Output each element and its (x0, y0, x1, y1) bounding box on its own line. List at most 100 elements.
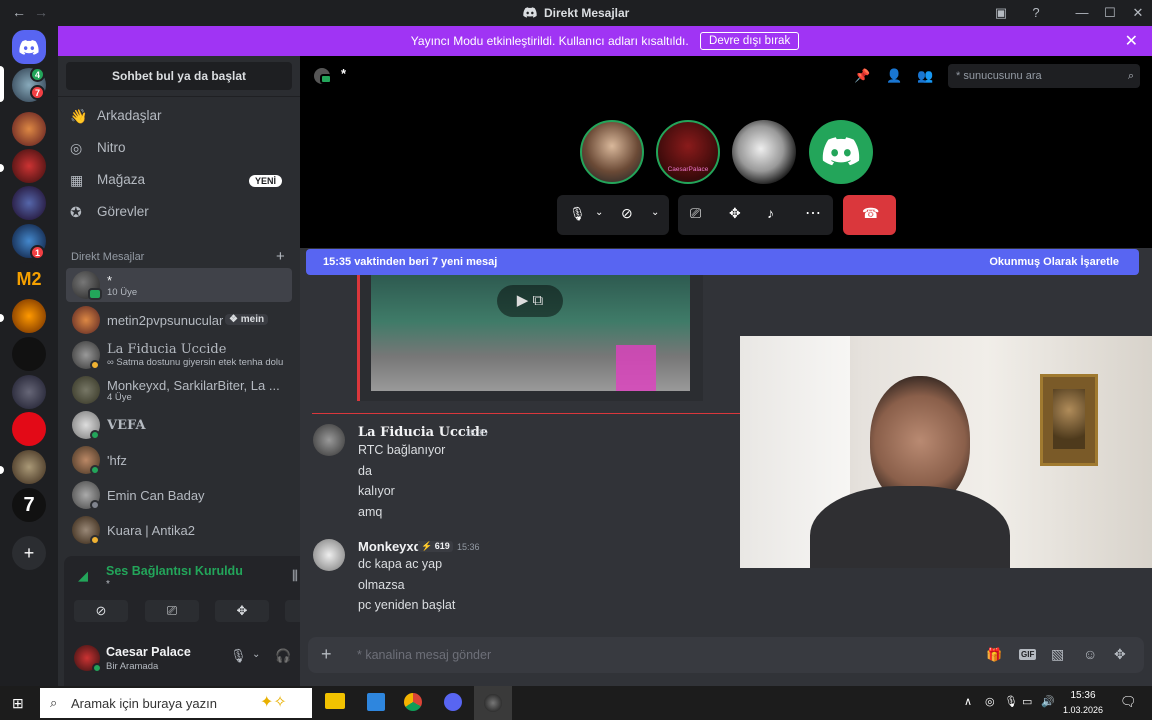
new-badge: YENİ (248, 175, 282, 187)
file-explorer-icon[interactable] (325, 693, 345, 709)
guild-tag-text: 619 (434, 541, 450, 551)
add-server-icon[interactable]: + (12, 536, 46, 570)
sticker-icon[interactable]: ▧ (1051, 646, 1064, 663)
dm-item[interactable]: 'hfz (66, 443, 292, 477)
leave-call-button[interactable]: ☎ (843, 195, 896, 235)
dm-item[interactable]: metin2pvpsunucular ❖ mein (66, 303, 292, 337)
dm-item[interactable]: * 10 Üye (66, 268, 292, 302)
apps-icon[interactable]: ✥ (1114, 646, 1126, 663)
voice-status[interactable]: Ses Bağlantısı Kuruldu (106, 564, 243, 578)
chevron-down-icon[interactable]: ⌄ (651, 207, 659, 218)
server-avatar-3[interactable] (12, 149, 46, 183)
avatar[interactable] (313, 424, 345, 456)
server-avatar-7[interactable] (12, 337, 46, 371)
home-button[interactable] (12, 30, 46, 64)
server-avatar-8[interactable] (12, 375, 46, 409)
pin-icon[interactable]: 📌 (854, 68, 870, 84)
tray-app-icon[interactable]: ◎ (985, 695, 995, 708)
participant-avatar[interactable] (732, 120, 796, 184)
tray-mic-icon[interactable]: 🎙 (1004, 695, 1018, 708)
nav-shop[interactable]: ▦ Mağaza YENİ (66, 164, 292, 196)
obs-icon (484, 694, 502, 712)
server-avatar-flag[interactable] (12, 412, 46, 446)
participant-avatar[interactable]: CaesarPalace (656, 120, 720, 184)
microphone-icon[interactable]: 🎙 (569, 206, 586, 222)
soundboard-icon[interactable]: ♪ (767, 205, 774, 221)
participant-avatar[interactable] (580, 120, 644, 184)
play-icon[interactable]: ▶ ⧉ (497, 285, 563, 317)
chevron-down-icon[interactable]: ⌄ (595, 207, 603, 218)
search-input[interactable]: * sunucusunu ara ⌕ (948, 64, 1140, 88)
headphones-icon[interactable]: 🎧 (275, 648, 291, 664)
close-window-icon[interactable]: ✕ (1129, 4, 1147, 22)
add-attachment-icon[interactable]: + (321, 644, 332, 665)
server-avatar-11[interactable]: 7 (12, 488, 46, 522)
chrome-icon[interactable] (404, 693, 422, 711)
create-dm-icon[interactable]: + (276, 248, 285, 265)
message-author[interactable]: Monkeyxd (358, 539, 422, 554)
nav-nitro[interactable]: ◎ Nitro (66, 132, 292, 164)
dm-item[interactable]: VEFA (66, 408, 292, 442)
mark-read-button[interactable]: Okunmuş Olarak İşaretle (989, 256, 1119, 268)
discord-taskbar-icon[interactable] (444, 693, 462, 711)
gif-icon[interactable]: GIF (1019, 649, 1037, 660)
clock-date[interactable]: 1.03.2026 (1060, 705, 1106, 715)
nav-label: Görevler (97, 204, 149, 219)
emoji-icon[interactable]: ☺ (1083, 646, 1097, 662)
clock-time[interactable]: 15:36 (1064, 690, 1102, 701)
server-avatar-6[interactable] (12, 299, 46, 333)
call-actions: ⎚ ✥ ♪ ⋯ (678, 195, 833, 235)
nav-friends[interactable]: 👋 Arkadaşlar (66, 100, 292, 132)
maximize-icon[interactable]: ☐ (1101, 4, 1119, 22)
divider (58, 96, 300, 97)
avatar[interactable] (313, 539, 345, 571)
noise-suppression-icon[interactable]: ⫼ (292, 568, 298, 584)
microphone-icon[interactable]: 🎙 (230, 648, 247, 664)
webcam-video[interactable] (740, 336, 1152, 568)
more-icon[interactable]: ⋯ (805, 203, 821, 223)
disable-streamer-mode-button[interactable]: Devre dışı bırak (700, 32, 800, 50)
minimize-icon[interactable]: — (1073, 4, 1091, 22)
message-input[interactable]: + * kanalina mesaj gönder 🎁 GIF ▧ ☺ ✥ (308, 637, 1144, 673)
help-icon[interactable]: ? (1027, 4, 1045, 22)
close-banner-icon[interactable]: ✕ (1125, 31, 1138, 51)
server-avatar-m2[interactable]: M2 (12, 262, 46, 296)
notifications-icon[interactable]: 🗨 (1120, 694, 1137, 710)
dm-item[interactable]: La Fiducia Uccide ∞ Satma dostunu giyers… (66, 338, 292, 372)
tray-chevron-icon[interactable]: ∧ (964, 695, 972, 708)
dm-item[interactable]: Monkeyxd, SarkilarBiter, La ... 4 Üye (66, 373, 292, 407)
camera-off-icon[interactable]: ⊘ (621, 205, 633, 222)
active-app[interactable] (474, 686, 512, 720)
windows-start-icon[interactable]: ⊞ (12, 695, 24, 712)
guild-tag-text: mein (240, 314, 265, 325)
nav-quests[interactable]: ✪ Görevler (66, 196, 292, 228)
video-thumbnail[interactable]: ▶ ⧉ (371, 275, 690, 391)
new-messages-bar[interactable]: 15:35 vaktinden beri 7 yeni mesaj Okunmu… (306, 249, 1139, 275)
taskbar-search[interactable]: ⌕ Aramak için buraya yazın ✦✧ (40, 688, 312, 718)
search-highlight-icon: ✦✧ (260, 694, 287, 711)
camera-off-button[interactable]: ⊘ (74, 600, 128, 622)
unread-indicator (0, 466, 4, 474)
participant-avatar[interactable] (809, 120, 873, 184)
voice-channel[interactable]: * (106, 579, 110, 590)
members-icon[interactable]: 👥 (917, 68, 933, 84)
find-conversation-button[interactable]: Sohbet bul ya da başlat (66, 62, 292, 90)
gift-icon[interactable]: 🎁 (986, 647, 1002, 663)
thumbnail-detail (616, 345, 656, 391)
volume-icon[interactable]: 🔊 (1041, 695, 1055, 708)
title-bar: ← → Direkt Mesajlar ▣ ? — ☐ ✕ (0, 0, 1152, 26)
dm-item[interactable]: Emin Can Baday (66, 478, 292, 512)
chevron-down-icon[interactable]: ⌄ (252, 649, 260, 660)
screen-share-icon[interactable]: ⎚ (690, 205, 701, 222)
network-icon[interactable]: ▭ (1022, 695, 1032, 708)
server-avatar-4[interactable] (12, 186, 46, 220)
inbox-icon[interactable]: ▣ (992, 4, 1010, 22)
activities-button[interactable]: ✥ (215, 600, 269, 622)
dm-item[interactable]: Kuara | Antika2 (66, 513, 292, 547)
app-icon[interactable] (367, 693, 385, 711)
screen-share-button[interactable]: ⎚ (145, 600, 199, 622)
add-friend-icon[interactable]: 👤 (886, 68, 902, 84)
activities-icon[interactable]: ✥ (729, 205, 741, 222)
server-avatar-2[interactable] (12, 112, 46, 146)
server-avatar-10[interactable] (12, 450, 46, 484)
